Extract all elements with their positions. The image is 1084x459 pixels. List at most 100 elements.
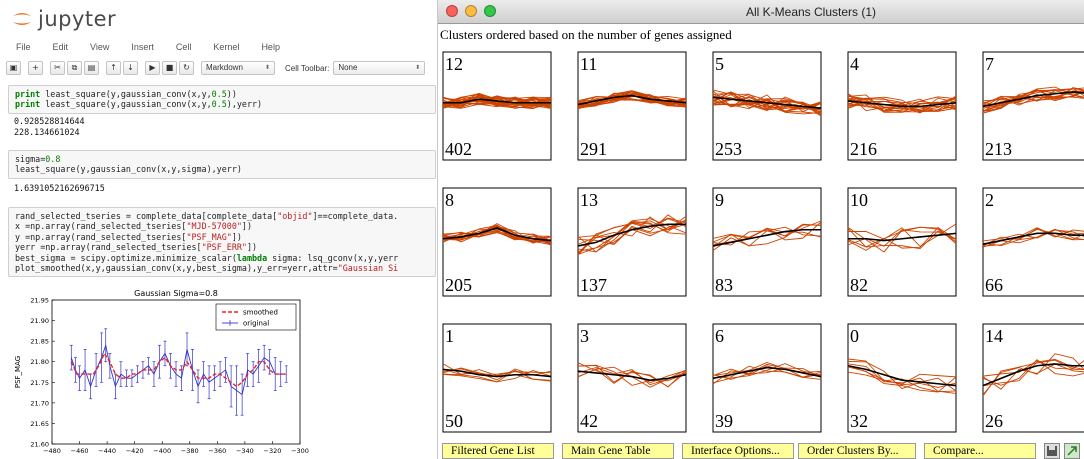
code-token: sigma: lsq_gconv(x,y,yerr [267, 252, 399, 263]
code-token: x =np.array(rand_selected_tseries[ [15, 221, 187, 232]
cluster-id-label: 9 [715, 190, 724, 210]
code-token: least_square(y,gaussian_conv(x,y, [40, 99, 212, 110]
cluster-panel[interactable]: 10 82 [847, 187, 957, 297]
save-icon[interactable]: ▣ [6, 61, 21, 75]
code-line: y =np.array(rand_selected_tseries["PSF_M… [15, 232, 429, 242]
cluster-gene-count: 82 [850, 275, 868, 295]
cluster-panel[interactable]: 2 66 [982, 187, 1084, 297]
jupyter-logo-icon[interactable] [10, 7, 34, 31]
code-token: )) [226, 89, 237, 99]
cluster-panel[interactable]: 0 32 [847, 323, 957, 433]
restart-icon[interactable]: ↻ [179, 61, 194, 75]
cluster-id-label: 14 [985, 326, 1003, 346]
code-token: print [15, 99, 41, 110]
menu-cell[interactable]: Cell [176, 42, 192, 52]
plot-title: Gaussian Sigma=0.8 [134, 289, 218, 298]
cluster-gene-count: 42 [580, 411, 598, 431]
copy-icon[interactable]: ⧉ [67, 61, 82, 75]
run-icon[interactable]: ▶ [145, 61, 160, 75]
compare-button[interactable]: Compare... [924, 443, 1036, 459]
cluster-panel[interactable]: 1 50 [442, 323, 552, 433]
x-tick-label: −340 [236, 447, 254, 455]
cell-type-select[interactable]: Markdown ⬍ [201, 61, 275, 75]
export-icon[interactable] [1064, 443, 1080, 459]
code-token: 0.5 [211, 99, 227, 110]
cluster-id-label: 7 [985, 54, 994, 74]
cluster-panel[interactable]: 7 213 [982, 51, 1084, 161]
cluster-gene-count: 83 [715, 275, 733, 295]
code-token: ]) [246, 242, 258, 253]
filtered-gene-list-button[interactable]: Filtered Gene List [442, 443, 554, 459]
cluster-panel[interactable]: 5 253 [712, 51, 822, 161]
cluster-panel[interactable]: 11 291 [577, 51, 687, 161]
code-line: print least_square(y,gaussian_conv(x,y,0… [15, 89, 429, 99]
output-line: 1.6391052162696715 [14, 183, 105, 193]
cluster-panel[interactable]: 13 137 [577, 187, 687, 297]
cluster-gene-count: 50 [445, 411, 463, 431]
code-token: rand_selected_tseries = complete_data[co… [15, 211, 278, 221]
cluster-gene-count: 26 [985, 411, 1003, 431]
cluster-panel[interactable]: 6 39 [712, 323, 822, 433]
code-cell-input[interactable]: sigma=0.8 least_square(y,gaussian_conv(x,… [8, 150, 436, 179]
cluster-panel[interactable]: 8 205 [442, 187, 552, 297]
save-icon[interactable] [1044, 443, 1060, 459]
interface-options-button[interactable]: Interface Options... [682, 443, 794, 459]
code-token: plot_smoothed(x,y,gaussian_conv(x,y,best… [15, 263, 338, 274]
cluster-panel[interactable]: 9 83 [712, 187, 822, 297]
select-arrow-icon: ⬍ [415, 65, 421, 71]
code-cell-input[interactable]: print least_square(y,gaussian_conv(x,y,0… [8, 85, 436, 114]
y-tick-label: 21.75 [30, 379, 49, 387]
cluster-id-label: 3 [580, 326, 589, 346]
cluster-panel[interactable]: 4 216 [847, 51, 957, 161]
code-line: x =np.array(rand_selected_tseries["MJD-5… [15, 221, 429, 231]
move-down-icon[interactable]: ↓ [123, 61, 138, 75]
code-token: print [15, 89, 41, 99]
menu-file[interactable]: File [16, 42, 31, 52]
jupyter-logo-text[interactable]: jupyter [38, 7, 116, 31]
cluster-panel[interactable]: 12 402 [442, 51, 552, 161]
code-line: yerr =np.array(rand_selected_tseries["PS… [15, 242, 429, 252]
code-cell-output: 0.928528814644 228.134661024 [14, 116, 85, 137]
code-line: plot_smoothed(x,y,gaussian_conv(x,y,best… [15, 263, 429, 273]
menu-view[interactable]: View [90, 42, 109, 52]
x-tick-label: −360 [208, 447, 226, 455]
bottom-button-bar: Filtered Gene List Main Gene Table Inter… [438, 443, 1084, 459]
menu-help[interactable]: Help [261, 42, 280, 52]
y-tick-label: 21.60 [30, 441, 49, 449]
cluster-id-label: 11 [580, 54, 597, 74]
add-cell-icon[interactable]: + [28, 61, 43, 75]
code-token: "PSF_ERR" [201, 242, 247, 253]
notebook-toolbar: ▣ + ✂ ⧉ ▤ ↑ ↓ ▶ ■ ↻ Markdown ⬍ Cell Toolb… [0, 57, 437, 79]
cluster-id-label: 4 [850, 54, 859, 74]
code-line: print least_square(y,gaussian_conv(x,y,0… [15, 99, 429, 109]
cut-icon[interactable]: ✂ [50, 61, 65, 75]
menu-kernel[interactable]: Kernel [213, 42, 239, 52]
cluster-gene-count: 205 [445, 275, 472, 295]
main-gene-table-button[interactable]: Main Gene Table [562, 443, 674, 459]
kmeans-window: All K-Means Clusters (1) Clusters ordere… [438, 0, 1084, 459]
paste-icon[interactable]: ▤ [84, 61, 99, 75]
menu-insert[interactable]: Insert [131, 42, 154, 52]
stop-icon[interactable]: ■ [162, 61, 177, 75]
cluster-panel[interactable]: 14 26 [982, 323, 1084, 433]
code-cell-input[interactable]: rand_selected_tseries = complete_data[co… [8, 207, 436, 278]
move-up-icon[interactable]: ↑ [106, 61, 121, 75]
code-token: "objid" [277, 211, 313, 221]
cluster-panel[interactable]: 3 42 [577, 323, 687, 433]
cluster-id-label: 12 [445, 54, 463, 74]
cluster-gene-count: 66 [985, 275, 1003, 295]
legend-smoothed-label: smoothed [243, 309, 278, 317]
code-cell-output: 1.6391052162696715 [14, 183, 105, 194]
x-tick-label: −380 [181, 447, 199, 455]
order-clusters-button[interactable]: Order Clusters By... [798, 443, 916, 459]
y-axis-label: PSF_MAG [14, 356, 22, 388]
x-tick-label: −460 [71, 447, 89, 455]
y-tick-label: 21.70 [30, 399, 49, 407]
menu-edit[interactable]: Edit [53, 42, 69, 52]
cell-toolbar-select[interactable]: None ⬍ [333, 61, 426, 75]
cluster-id-label: 13 [580, 190, 598, 210]
cluster-gene-count: 137 [580, 275, 607, 295]
x-tick-label: −440 [98, 447, 116, 455]
output-line: 0.928528814644 [14, 116, 85, 126]
code-line: least_square(y,gaussian_conv(x,y,sigma),… [15, 164, 429, 174]
